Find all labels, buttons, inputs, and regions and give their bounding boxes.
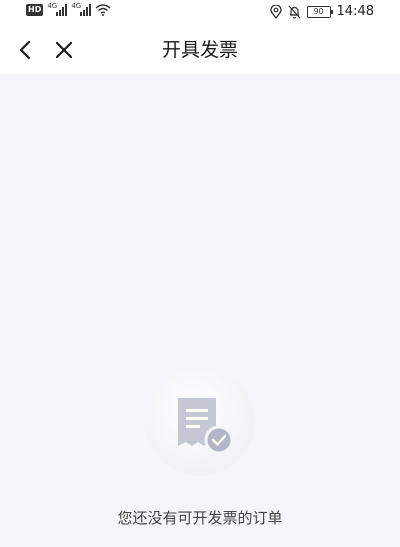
hd-badge: HD <box>26 4 44 16</box>
mute-bell-icon <box>288 5 300 19</box>
signal-icon-2: 4G <box>71 2 92 16</box>
signal-icon: 4G <box>47 2 68 16</box>
status-left-group: HD 4G 4G <box>26 2 111 16</box>
wifi-icon <box>95 4 111 16</box>
empty-state-illustration <box>145 366 255 476</box>
status-bar: HD 4G 4G 90 14:48 <box>0 0 400 26</box>
signal-tag-2: 4G <box>71 2 82 10</box>
status-time: 14:48 <box>336 4 374 19</box>
empty-state-message: 您还没有可开发票的订单 <box>117 509 283 527</box>
page-title: 开具发票 <box>161 39 238 61</box>
main-content <box>0 74 400 547</box>
battery-icon: 90 <box>306 5 333 18</box>
nav-bar: 开具发票 <box>0 26 400 74</box>
location-icon <box>269 4 282 19</box>
signal-tag: 4G <box>47 2 58 10</box>
status-right-group: 90 14:48 <box>269 4 374 19</box>
invoice-check-icon <box>178 398 234 455</box>
